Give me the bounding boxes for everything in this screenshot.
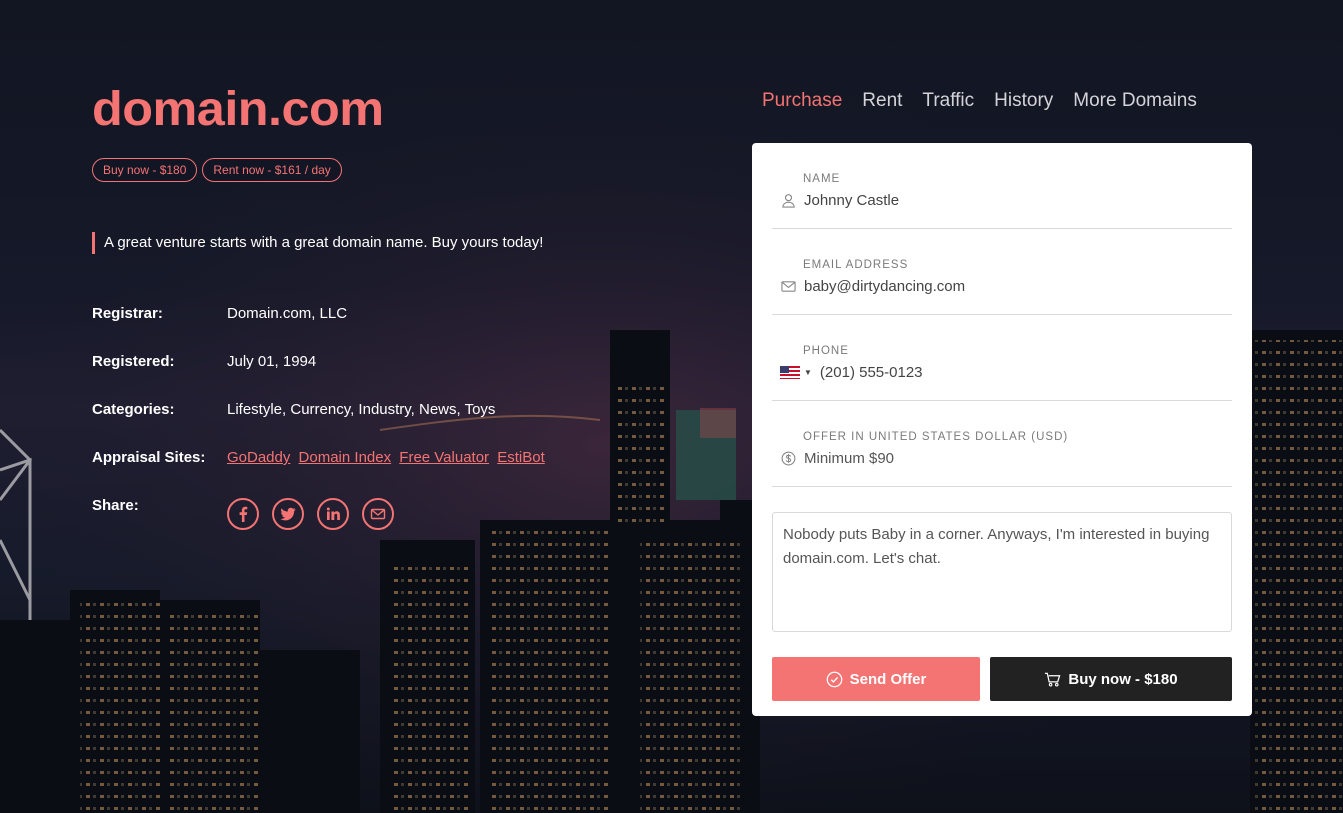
offer-label: OFFER IN UNITED STATES DOLLAR (USD) bbox=[803, 431, 1069, 443]
registrar-value: Domain.com, LLC bbox=[227, 305, 348, 322]
linkedin-icon[interactable] bbox=[317, 498, 349, 530]
name-input[interactable] bbox=[804, 192, 1184, 209]
categories-value: Lifestyle, Currency, Industry, News, Toy… bbox=[227, 401, 496, 418]
price-pills: Buy now - $180 Rent now - $161 / day bbox=[92, 158, 342, 182]
appraisal-label: Appraisal Sites: bbox=[92, 449, 206, 466]
domain-logo[interactable]: domain.com bbox=[92, 82, 384, 137]
registered-value: July 01, 1994 bbox=[227, 353, 317, 370]
appraisal-row: Appraisal Sites: GoDaddy Domain Index Fr… bbox=[92, 446, 549, 494]
phone-input[interactable] bbox=[819, 364, 1200, 381]
categories-row: Categories: Lifestyle, Currency, Industr… bbox=[92, 398, 549, 446]
free-valuator-link[interactable]: Free Valuator bbox=[399, 449, 489, 466]
nav-traffic[interactable]: Traffic bbox=[922, 90, 974, 112]
user-icon bbox=[780, 193, 796, 209]
domain-info: Registrar: Domain.com, LLC Registered: J… bbox=[92, 302, 549, 542]
send-offer-label: Send Offer bbox=[849, 670, 927, 688]
us-flag-icon bbox=[780, 366, 800, 379]
dollar-icon bbox=[780, 451, 796, 467]
registered-label: Registered: bbox=[92, 353, 175, 370]
cart-icon bbox=[1045, 672, 1061, 686]
share-label: Share: bbox=[92, 497, 139, 514]
offer-form: NAME EMAIL ADDRESS PHONE ▼ OFFER IN UNIT… bbox=[752, 143, 1252, 716]
godaddy-link[interactable]: GoDaddy bbox=[227, 449, 290, 466]
share-row: Share: bbox=[92, 494, 549, 542]
email-label: EMAIL ADDRESS bbox=[803, 259, 909, 271]
registered-row: Registered: July 01, 1994 bbox=[92, 350, 549, 398]
name-label: NAME bbox=[803, 173, 841, 185]
registrar-row: Registrar: Domain.com, LLC bbox=[92, 302, 549, 350]
tagline: A great venture starts with a great doma… bbox=[92, 232, 543, 254]
registrar-label: Registrar: bbox=[92, 305, 163, 322]
send-offer-button[interactable]: Send Offer bbox=[772, 657, 980, 701]
categories-label: Categories: bbox=[92, 401, 175, 418]
estibot-link[interactable]: EstiBot bbox=[497, 449, 545, 466]
nav-rent[interactable]: Rent bbox=[862, 90, 902, 112]
phone-label: PHONE bbox=[803, 345, 849, 357]
offer-input[interactable] bbox=[804, 450, 1184, 467]
buy-now-pill[interactable]: Buy now - $180 bbox=[92, 158, 198, 182]
message-textarea[interactable]: Nobody puts Baby in a corner. Anyways, I… bbox=[772, 512, 1232, 632]
nav-more-domains[interactable]: More Domains bbox=[1073, 90, 1197, 112]
check-circle-icon bbox=[826, 671, 843, 687]
email-icon[interactable] bbox=[362, 498, 394, 530]
email-field: EMAIL ADDRESS bbox=[772, 229, 1232, 315]
facebook-icon[interactable] bbox=[227, 498, 259, 530]
appraisal-links: GoDaddy Domain Index Free Valuator EstiB… bbox=[227, 446, 549, 470]
envelope-icon bbox=[780, 279, 796, 295]
country-code-select[interactable]: ▼ bbox=[780, 366, 812, 379]
twitter-icon[interactable] bbox=[272, 498, 304, 530]
offer-field: OFFER IN UNITED STATES DOLLAR (USD) bbox=[772, 401, 1232, 487]
phone-field: PHONE ▼ bbox=[772, 315, 1232, 401]
nav-history[interactable]: History bbox=[994, 90, 1053, 112]
rent-now-pill[interactable]: Rent now - $161 / day bbox=[202, 158, 342, 182]
domain-index-link[interactable]: Domain Index bbox=[299, 449, 392, 466]
form-actions: Send Offer Buy now - $180 bbox=[772, 657, 1232, 701]
caret-down-icon: ▼ bbox=[804, 368, 812, 377]
buy-now-label: Buy now - $180 bbox=[1068, 670, 1178, 688]
share-buttons bbox=[227, 498, 394, 530]
nav-purchase[interactable]: Purchase bbox=[762, 90, 842, 112]
name-field: NAME bbox=[772, 143, 1232, 229]
top-nav: Purchase Rent Traffic History More Domai… bbox=[762, 90, 1197, 112]
buy-now-button[interactable]: Buy now - $180 bbox=[990, 657, 1232, 701]
email-input[interactable] bbox=[804, 278, 1184, 295]
